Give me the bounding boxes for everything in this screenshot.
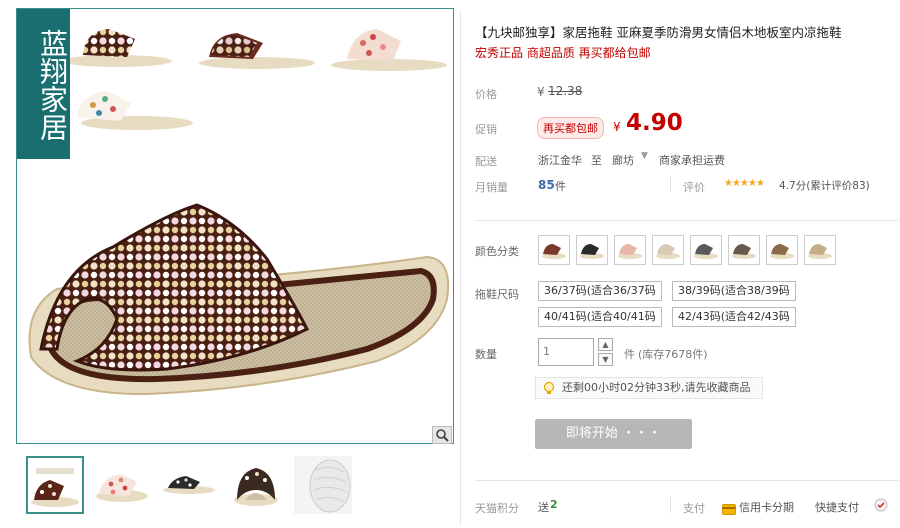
credit-installment-link[interactable]: 信用卡分期 (739, 499, 794, 515)
mini-slipper-4 (77, 91, 193, 130)
size-option-4[interactable]: 42/43码(适合42/43码 (672, 307, 796, 327)
sales-divider (670, 176, 671, 192)
rating-text[interactable]: 4.7分(累计评价83) (779, 178, 870, 193)
mini-slipper-2 (199, 33, 315, 69)
pay-label: 支付 (683, 502, 705, 515)
slipper-image (28, 29, 449, 396)
ship-destination[interactable]: 廊坊 (612, 152, 634, 168)
promo-currency: ¥ (613, 120, 621, 134)
brand-name: 蓝翔家居 (36, 28, 69, 141)
main-product-image[interactable] (16, 8, 454, 444)
mini-slipper-1 (62, 29, 172, 67)
start-button[interactable]: 即将开始 ・・・ (535, 419, 692, 449)
points-value: 2 (550, 498, 558, 511)
color-swatch-5[interactable] (690, 235, 722, 265)
ship-from: 浙江金华 (538, 154, 582, 167)
sales-count: 85 (538, 178, 555, 192)
points-label: 天猫积分 (475, 502, 519, 515)
thumbnail-5[interactable] (294, 456, 352, 514)
main-slipper (28, 203, 449, 396)
color-swatch-2[interactable] (576, 235, 608, 265)
quantity-up-button[interactable]: ▲ (598, 338, 613, 351)
quantity-label: 数量 (475, 348, 497, 361)
original-price: 12.38 (548, 84, 583, 98)
quantity-down-button[interactable]: ▼ (598, 353, 613, 366)
promo-price: 4.90 (626, 110, 683, 136)
credit-card-icon (722, 500, 736, 519)
countdown-notice: 还剩00小时02分钟33秒,请先收藏商品 (535, 377, 763, 399)
thumbnail-1[interactable] (26, 456, 84, 514)
promo-badge: 再买都包邮 (537, 117, 604, 139)
color-swatch-8[interactable] (804, 235, 836, 265)
thumbnail-4[interactable] (227, 456, 285, 514)
shipping-label: 配送 (475, 155, 497, 168)
product-subtitle: 宏秀正品 商超品质 再买都给包邮 (475, 46, 651, 60)
size-option-2[interactable]: 38/39码(适合38/39码 (672, 281, 796, 301)
promo-label: 促销 (475, 123, 497, 136)
color-swatch-7[interactable] (766, 235, 798, 265)
rating-stars: ★★★★★ (724, 178, 765, 189)
ship-to-word: 至 (591, 154, 602, 167)
sales-unit: 件 (555, 180, 566, 193)
chevron-down-icon[interactable]: ▼ (641, 151, 648, 161)
mini-slipper-3 (331, 29, 447, 71)
size-option-3[interactable]: 40/41码(适合40/41码 (538, 307, 662, 327)
product-title: 【九块邮独享】家居拖鞋 亚麻夏季防滑男女情侣木地板室内凉拖鞋 (475, 25, 842, 40)
points-text: 送 (538, 501, 549, 514)
zoom-icon[interactable] (432, 426, 452, 444)
quick-pay-link[interactable]: 快捷支付 (815, 499, 859, 515)
footer-separator (475, 480, 899, 481)
price-label: 价格 (475, 88, 497, 101)
color-swatch-3[interactable] (614, 235, 646, 265)
thumbnail-3[interactable] (160, 456, 218, 514)
size-option-1[interactable]: 36/37码(适合36/37码 (538, 281, 662, 301)
color-swatch-1[interactable] (538, 235, 570, 265)
currency-symbol: ¥ (537, 85, 545, 99)
quantity-unit: 件 (624, 348, 635, 361)
ship-note: 商家承担运费 (659, 154, 725, 167)
rating-label: 评价 (683, 181, 705, 194)
color-label: 颜色分类 (475, 245, 519, 258)
quick-pay-icon (874, 497, 888, 516)
color-swatch-4[interactable] (652, 235, 684, 265)
stock-text: (库存7678件) (638, 348, 708, 361)
sales-label: 月销量 (475, 181, 508, 194)
thumbnail-2[interactable] (93, 456, 151, 514)
size-label: 拖鞋尺码 (475, 288, 519, 301)
notice-text: 还剩00小时02分钟33秒,请先收藏商品 (562, 381, 751, 394)
lightbulb-icon (542, 381, 556, 402)
color-swatch-6[interactable] (728, 235, 760, 265)
quantity-input[interactable]: 1 (538, 338, 594, 366)
separator (475, 220, 899, 221)
panel-divider (460, 10, 461, 525)
footer-divider (670, 497, 671, 513)
